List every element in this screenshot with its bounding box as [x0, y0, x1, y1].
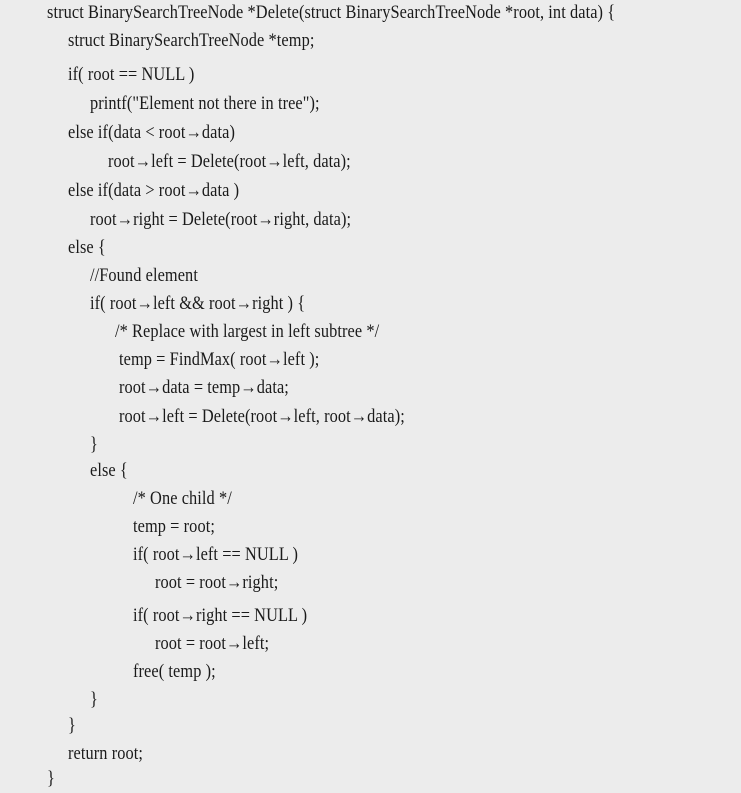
code-line: } — [47, 768, 55, 789]
code-line: else if(data < root→data) — [68, 122, 235, 143]
code-line: struct BinarySearchTreeNode *Delete(stru… — [47, 2, 616, 23]
code-line: root→right = Delete(root→right, data); — [90, 209, 352, 230]
code-line: if( root→left == NULL ) — [133, 544, 299, 565]
code-line: /* One child */ — [133, 488, 232, 509]
code-line: /* Replace with largest in left subtree … — [115, 321, 380, 342]
code-line: temp = root; — [133, 516, 215, 537]
code-block: struct BinarySearchTreeNode *Delete(stru… — [0, 0, 741, 793]
code-line: temp = FindMax( root→left ); — [119, 349, 320, 370]
code-line: printf("Element not there in tree"); — [90, 93, 320, 114]
page: struct BinarySearchTreeNode *Delete(stru… — [0, 0, 741, 793]
code-line: free( temp ); — [133, 661, 216, 682]
code-line: if( root→left && root→right ) { — [90, 293, 306, 314]
code-line: else { — [68, 237, 106, 258]
code-line: struct BinarySearchTreeNode *temp; — [68, 30, 315, 51]
code-line: root→left = Delete(root→left, data); — [108, 151, 351, 172]
code-line: root = root→left; — [155, 633, 270, 654]
code-line: if( root == NULL ) — [68, 64, 195, 85]
code-line: else if(data > root→data ) — [68, 180, 240, 201]
code-line: root = root→right; — [155, 572, 279, 593]
code-line: else { — [90, 460, 128, 481]
code-line: return root; — [68, 743, 143, 764]
code-line: //Found element — [90, 265, 198, 286]
code-line: root→data = temp→data; — [119, 377, 289, 398]
code-line: if( root→right == NULL ) — [133, 605, 308, 626]
code-line: } — [90, 434, 98, 455]
code-line: } — [68, 715, 76, 736]
code-line: root→left = Delete(root→left, root→data)… — [119, 406, 405, 427]
code-line: } — [90, 689, 98, 710]
